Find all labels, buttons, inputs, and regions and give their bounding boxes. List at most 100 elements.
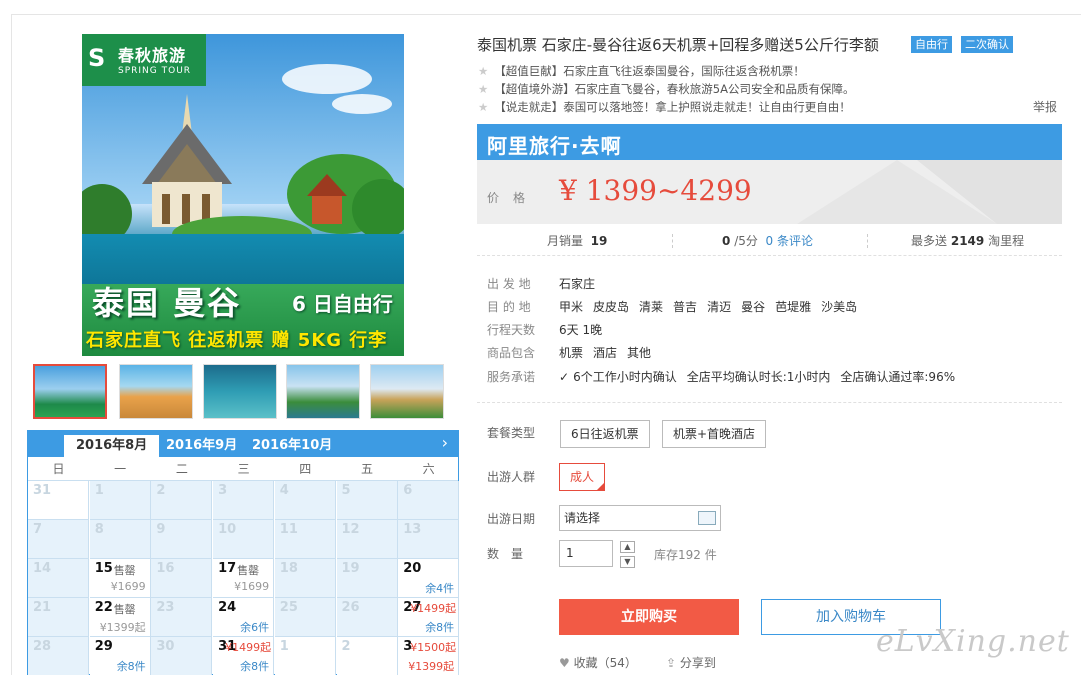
tab-month-2[interactable]: 2016年9月 (154, 435, 249, 457)
info-value-item: 皮皮岛 (593, 300, 630, 314)
calendar-day: 1 (274, 637, 336, 675)
tab-month-1[interactable]: 2016年8月 (64, 435, 160, 457)
image-cloud (332, 94, 392, 114)
watermark: eLvXing.net (876, 624, 1070, 659)
day-number: 31 (33, 483, 52, 498)
price-box: 阿里旅行·去啊 价格 ¥ 1399~4299 (477, 124, 1062, 224)
day-number: 2 (156, 483, 166, 498)
thumbnail-strip (33, 362, 453, 422)
info-value-item: 沙美岛 (821, 300, 858, 314)
alitrip-banner: 阿里旅行·去啊 (477, 124, 1062, 160)
highlight-text: 【说走就走】泰国可以落地签！拿上护照说走就走！让自由行更自由！ (494, 100, 851, 114)
day-number: 2 (341, 639, 351, 654)
main-product-image[interactable]: S 春秋旅游 SPRING TOUR 泰国 曼谷 6 日自由行 石家庄直飞 往返… (82, 34, 404, 356)
quantity-increase-icon[interactable]: ▲ (620, 541, 635, 553)
day-number: 15 (94, 561, 113, 576)
day-number: 30 (156, 639, 175, 654)
favorite-button[interactable]: ♥ 收藏（54） (559, 654, 637, 671)
star-icon: ★ (478, 82, 489, 96)
day-number: 5 (341, 483, 351, 498)
day-price-top: ¥1499起 (410, 602, 457, 615)
trees-illustration (82, 154, 404, 244)
calendar-day: 30 (151, 637, 213, 675)
calendar-day: 7 (28, 520, 89, 559)
quantity-decrease-icon[interactable]: ▼ (620, 556, 635, 568)
share-button[interactable]: ⇪ 分享到 (666, 654, 716, 671)
reviews-link[interactable]: 0 条评论 (766, 234, 813, 248)
report-link[interactable]: 举报 (1033, 98, 1057, 115)
calendar-day: 10 (213, 520, 275, 559)
check-icon: ✓ (559, 370, 570, 384)
weekday-label: 五 (360, 462, 373, 476)
star-icon: ★ (478, 100, 489, 114)
calendar-day[interactable]: 15 售罄 ¥1699 (89, 559, 151, 598)
calendar-icon[interactable] (698, 511, 716, 525)
day-number: 25 (279, 600, 298, 615)
calendar-day: 13 (398, 520, 460, 559)
next-month-icon[interactable]: › (442, 433, 448, 453)
info-value: 石家庄 (559, 275, 605, 292)
day-price: ¥1399起 (99, 621, 146, 634)
brand-logo: S 春秋旅游 SPRING TOUR (82, 34, 206, 86)
calendar-day[interactable]: 20 余4件 (398, 559, 460, 598)
day-number: 4 (279, 483, 289, 498)
calendar-day[interactable]: 27 ¥1499起 余8件 (398, 598, 460, 637)
logo-english: SPRING TOUR (118, 66, 192, 76)
info-value: 甲米 皮皮岛 清莱 普吉 清迈 曼谷 芭堤雅 沙美岛 (559, 298, 867, 315)
calendar-day[interactable]: 17 售罄 ¥1699 (213, 559, 275, 598)
weekday-label: 四 (299, 462, 312, 476)
calendar-day[interactable]: 3 ¥1500起 ¥1399起 (398, 637, 460, 675)
info-value-item: 酒店 (593, 346, 618, 360)
date-placeholder: 请选择 (564, 511, 601, 525)
thumbnail-2[interactable] (119, 364, 193, 419)
info-value-item: 普吉 (673, 300, 698, 314)
calendar-day: 8 (89, 520, 151, 559)
thumbnail-4[interactable] (286, 364, 360, 419)
image-subtitle: 6 日自由行 (292, 292, 393, 316)
price-value: ¥ 1399~4299 (559, 174, 752, 207)
calendar-day: 25 (274, 598, 336, 637)
product-title: 泰国机票 石家庄-曼谷往返6天机票+回程多赠送5公斤行李额 (477, 36, 879, 54)
star-icon: ★ (478, 64, 489, 78)
day-price: ¥1399起 (408, 660, 455, 673)
buy-now-button[interactable]: 立即购买 (559, 599, 739, 635)
date-picker-input[interactable]: 请选择 (559, 505, 721, 531)
crowd-option-adult[interactable]: 成人 (559, 463, 606, 491)
thumbnail-5[interactable] (370, 364, 444, 419)
package-option-1[interactable]: 6日往返机票 (560, 420, 650, 448)
calendar-day[interactable]: 31 ¥1499起 余8件 (213, 637, 275, 675)
calendar-weekdays: 日一二三四五六 (28, 457, 458, 481)
thumbnail-3[interactable] (203, 364, 277, 419)
info-key: 目 的 地 (487, 300, 531, 314)
info-value-item: 全店确认通过率:96% (840, 370, 956, 384)
info-value-item: 6天 1晚 (559, 323, 603, 337)
day-number: 29 (94, 639, 113, 654)
calendar-day[interactable]: 22 售罄 ¥1399起 (89, 598, 151, 637)
calendar-day: 18 (274, 559, 336, 598)
info-value-item: 全店平均确认时长:1小时内 (686, 370, 831, 384)
day-stock: 余8件 (240, 660, 270, 673)
calendar-day: 9 (151, 520, 213, 559)
thumbnail-1[interactable] (33, 364, 107, 419)
calendar-day[interactable]: 24 余6件 (213, 598, 275, 637)
day-number: 24 (218, 600, 237, 615)
day-stock: 余6件 (240, 621, 270, 634)
quantity-input[interactable]: 1 (559, 540, 613, 567)
package-option-2[interactable]: 机票+首晚酒店 (662, 420, 767, 448)
rating: 0 /5分 0 条评论 (722, 234, 813, 248)
image-bottom-text: 石家庄直飞 往返机票 赠 5KG 行李额 (86, 330, 388, 351)
crowd-label: 出游人群 (487, 470, 536, 484)
image-title: 泰国 曼谷 (92, 284, 242, 322)
day-number: 7 (33, 522, 43, 537)
info-key: 行程天数 (487, 323, 536, 337)
calendar-day: 14 (28, 559, 89, 598)
logo-chinese: 春秋旅游 (118, 46, 187, 65)
info-value-item: 石家庄 (559, 277, 596, 291)
day-stock: 余8件 (425, 621, 455, 634)
calendar-day[interactable]: 29 余8件 (89, 637, 151, 675)
tab-month-3[interactable]: 2016年10月 (240, 435, 344, 457)
share-label: 分享到 (679, 656, 716, 670)
info-key: 商品包含 (487, 346, 536, 360)
info-value-item: 机票 (559, 346, 584, 360)
stock-count: 库存192 件 (654, 548, 717, 562)
